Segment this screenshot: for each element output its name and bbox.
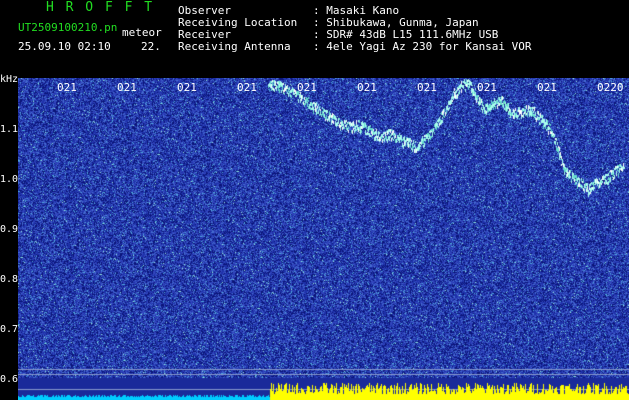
spectrogram-window: H R O F F T UT2509100210.pn meteor 25.09…: [0, 0, 629, 400]
y-tick-label: 1.1: [0, 124, 19, 135]
spectrogram-plot: [18, 78, 629, 400]
x-tick-label: 0220: [597, 81, 624, 94]
y-axis-unit: kHz: [0, 74, 19, 85]
y-tick-label: 0.6: [0, 374, 19, 385]
app-title: H R O F F T: [46, 0, 155, 15]
label-antenna: Receiving Antenna: [178, 40, 291, 53]
x-tick-label: 021: [57, 81, 77, 94]
value-antenna: : 4ele Yagi Az 230 for Kansai VOR: [313, 40, 532, 53]
x-tick-label: 021: [357, 81, 377, 94]
file-name: UT2509100210.pn: [18, 21, 118, 34]
extra-value: 22.: [141, 40, 161, 53]
x-tick-label: 021: [417, 81, 437, 94]
x-tick-label: 021: [297, 81, 317, 94]
y-tick-label: 1.0: [0, 174, 19, 185]
y-tick-label: 0.7: [0, 324, 19, 335]
date-time: 25.09.10 02:10: [18, 40, 111, 53]
x-tick-label: 021: [477, 81, 497, 94]
x-tick-label: 021: [177, 81, 197, 94]
y-tick-label: 0.8: [0, 274, 19, 285]
x-tick-label: 021: [237, 81, 257, 94]
event-tag: meteor: [122, 26, 162, 39]
y-tick-label: 0.9: [0, 224, 19, 235]
x-tick-label: 021: [537, 81, 557, 94]
x-tick-label: 021: [117, 81, 137, 94]
